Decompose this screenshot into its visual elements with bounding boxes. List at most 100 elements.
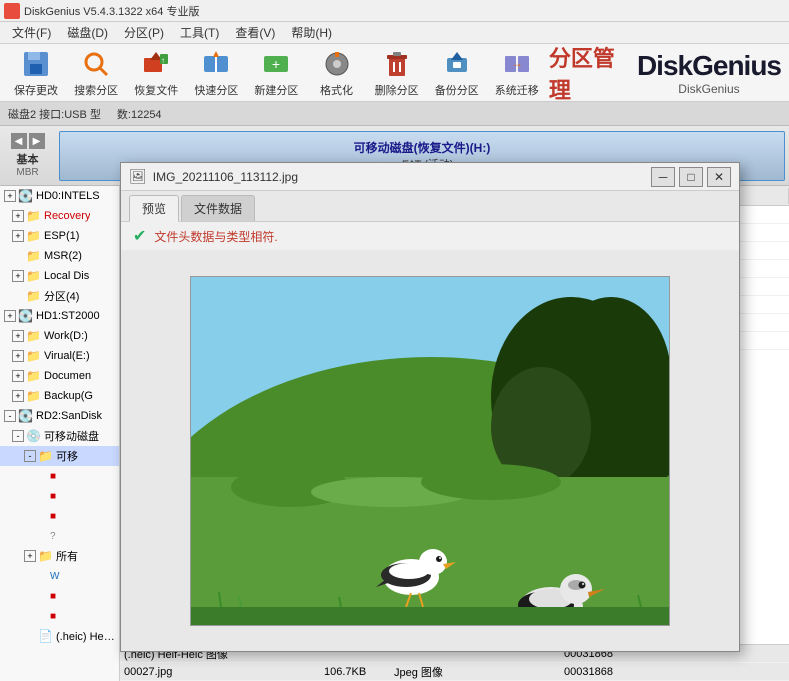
btn-new-partition[interactable]: + 新建分区: [248, 48, 304, 98]
expand-rd2[interactable]: -: [4, 410, 16, 422]
part4-icon: 📁: [26, 288, 42, 304]
btn-save[interactable]: 保存更改: [8, 48, 64, 98]
virual-icon: 📁: [26, 348, 42, 364]
btn-recover[interactable]: ↑ 恢复文件: [128, 48, 184, 98]
expand-virual[interactable]: +: [12, 350, 24, 362]
backup-label: 备份分区: [435, 82, 479, 98]
sidebar-item-rd2[interactable]: - 💽 RD2:SanDisk: [0, 406, 119, 426]
bottom-type-2: Jpeg 图像: [390, 664, 480, 680]
s3-icon: ■: [50, 608, 66, 624]
preview-svg: [191, 277, 670, 626]
sidebar-item-f1[interactable]: + ■: [0, 466, 119, 486]
nav-right-arrow[interactable]: ▶: [29, 133, 45, 149]
dialog-close-btn[interactable]: ✕: [707, 167, 731, 187]
sidebar-item-esp[interactable]: + 📁 ESP(1): [0, 226, 119, 246]
format-label: 格式化: [320, 82, 353, 98]
sidebar-item-s2[interactable]: + ■: [0, 586, 119, 606]
dialog-title: IMG_20211106_113112.jpg: [153, 170, 651, 184]
btn-format[interactable]: 格式化: [308, 48, 364, 98]
dialog-maximize-btn[interactable]: □: [679, 167, 703, 187]
heic-icon: 📄: [38, 628, 54, 644]
removable-label: 可移动磁盘: [44, 428, 99, 444]
sidebar-item-document[interactable]: + 📁 Documen: [0, 366, 119, 386]
sidebar-item-s1[interactable]: + W: [0, 566, 119, 586]
sidebar-item-localdis[interactable]: + 📁 Local Dis: [0, 266, 119, 286]
recover-label: 恢复文件: [134, 82, 178, 98]
expand-kefu[interactable]: -: [24, 450, 36, 462]
recover-icon: ↑: [140, 48, 172, 80]
f2-icon: ■: [50, 488, 66, 504]
migrate-icon: →: [501, 48, 533, 80]
expand-hd0[interactable]: +: [4, 190, 16, 202]
menu-partition[interactable]: 分区(P): [116, 22, 172, 43]
esp-icon: 📁: [26, 228, 42, 244]
expand-document[interactable]: +: [12, 370, 24, 382]
expand-suoyou[interactable]: +: [24, 550, 36, 562]
sidebar-item-hd1[interactable]: + 💽 HD1:ST2000: [0, 306, 119, 326]
part4-label: 分区(4): [44, 288, 79, 304]
sidebar-item-heic[interactable]: + 📄 (.heic) Heif-Heic 图像: [0, 626, 119, 646]
expand-backup[interactable]: +: [12, 390, 24, 402]
nav-left-arrow[interactable]: ◀: [11, 133, 27, 149]
bottom-size-2: 106.7KB: [320, 666, 390, 678]
kefu-label: 可移: [56, 448, 78, 464]
recovery-icon: 📁: [26, 208, 42, 224]
sidebar-item-hd0[interactable]: + 💽 HD0:INTELS: [0, 186, 119, 206]
menu-help[interactable]: 帮助(H): [283, 22, 340, 43]
sidebar-item-s3[interactable]: + ■: [0, 606, 119, 626]
tab-preview[interactable]: 预览: [129, 195, 179, 222]
btn-search[interactable]: 搜索分区: [68, 48, 124, 98]
menu-tools[interactable]: 工具(T): [172, 22, 227, 43]
quick-partition-label: 快速分区: [194, 82, 238, 98]
menu-disk[interactable]: 磁盘(D): [59, 22, 116, 43]
f4-icon: ?: [50, 528, 66, 544]
expand-hd1[interactable]: +: [4, 310, 16, 322]
preview-dialog: 🖼 IMG_20211106_113112.jpg ─ □ ✕ 预览 文件数据 …: [120, 162, 740, 652]
expand-esp[interactable]: +: [12, 230, 24, 242]
sidebar-item-recovery[interactable]: + 📁 Recovery: [0, 206, 119, 226]
quick-partition-icon: [200, 48, 232, 80]
sidebar-item-f4[interactable]: + ?: [0, 526, 119, 546]
sidebar-item-msr[interactable]: + 📁 MSR(2): [0, 246, 119, 266]
dialog-file-icon: 🖼: [129, 168, 147, 185]
hd0-label: HD0:INTELS: [36, 190, 100, 202]
menu-view[interactable]: 查看(V): [227, 22, 283, 43]
bottom-row-2[interactable]: 00027.jpg 106.7KB Jpeg 图像 00031868: [120, 663, 789, 681]
sidebar-item-suoyou[interactable]: + 📁 所有: [0, 546, 119, 566]
app-icon: [4, 3, 20, 19]
svg-text:+: +: [272, 56, 280, 72]
sidebar-item-f2[interactable]: + ■: [0, 486, 119, 506]
btn-delete-partition[interactable]: 删除分区: [369, 48, 425, 98]
f3-icon: ■: [50, 508, 66, 524]
btn-quick-partition[interactable]: 快速分区: [188, 48, 244, 98]
sidebar-item-f3[interactable]: + ■: [0, 506, 119, 526]
dialog-buttons: ─ □ ✕: [651, 167, 731, 187]
sidebar-item-backup[interactable]: + 📁 Backup(G: [0, 386, 119, 406]
dialog-minimize-btn[interactable]: ─: [651, 167, 675, 187]
title-bar: DiskGenius V5.4.3.1322 x64 专业版: [0, 0, 789, 22]
document-icon: 📁: [26, 368, 42, 384]
expand-removable[interactable]: -: [12, 430, 24, 442]
status-check-icon: ✔: [133, 226, 146, 246]
btn-migrate[interactable]: → 系统迁移: [489, 48, 545, 98]
btn-backup[interactable]: 备份分区: [429, 48, 485, 98]
tab-filedata[interactable]: 文件数据: [181, 195, 255, 221]
msr-icon: 📁: [26, 248, 42, 264]
bottom-name-2: 00027.jpg: [120, 666, 320, 678]
dialog-content: [121, 250, 739, 651]
sidebar-item-removable[interactable]: - 💿 可移动磁盘: [0, 426, 119, 446]
migrate-label: 系统迁移: [495, 82, 539, 98]
sidebar-item-work[interactable]: + 📁 Work(D:): [0, 326, 119, 346]
sidebar-item-virual[interactable]: + 📁 Virual(E:): [0, 346, 119, 366]
sidebar-item-part4[interactable]: + 📁 分区(4): [0, 286, 119, 306]
sidebar-item-kefu[interactable]: - 📁 可移: [0, 446, 119, 466]
menu-file[interactable]: 文件(F): [4, 22, 59, 43]
nav-sublabel: MBR: [16, 167, 38, 178]
esp-label: ESP(1): [44, 230, 79, 242]
expand-work[interactable]: +: [12, 330, 24, 342]
backup-icon: [441, 48, 473, 80]
expand-localdis[interactable]: +: [12, 270, 24, 282]
backup-folder-icon: 📁: [26, 388, 42, 404]
expand-recovery[interactable]: +: [12, 210, 24, 222]
app-title: DiskGenius V5.4.3.1322 x64 专业版: [24, 3, 199, 19]
